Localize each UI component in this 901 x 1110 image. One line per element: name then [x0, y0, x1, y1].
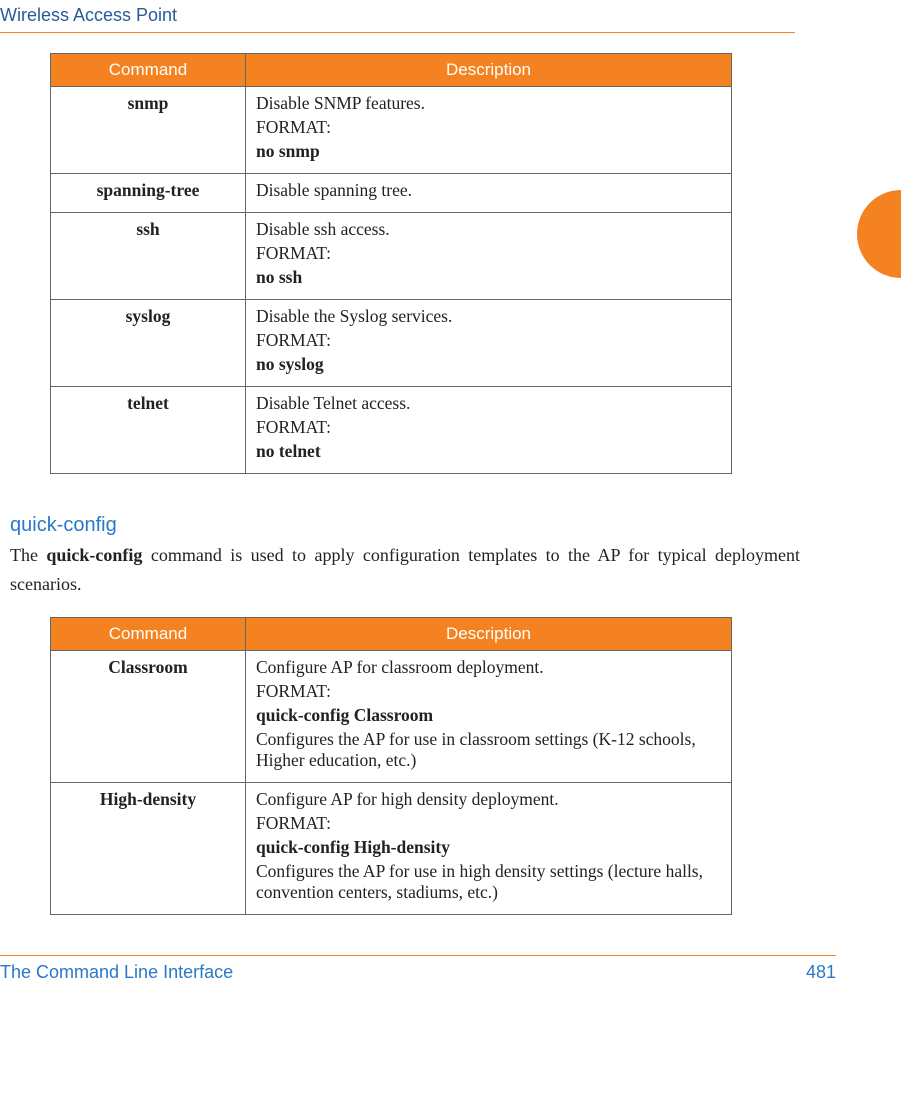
desc-cell: Disable Telnet access. FORMAT: no telnet — [246, 387, 732, 474]
table-row: High-density Configure AP for high densi… — [51, 782, 732, 914]
desc-cell: Disable SNMP features. FORMAT: no snmp — [246, 87, 732, 174]
desc-line: FORMAT: — [256, 330, 721, 351]
desc-line: Configures the AP for use in classroom s… — [256, 729, 721, 771]
desc-line-bold: no ssh — [256, 267, 721, 288]
section-intro-text: The quick-config command is used to appl… — [10, 541, 800, 599]
desc-line: Disable ssh access. — [256, 219, 721, 240]
desc-line: Disable spanning tree. — [256, 180, 721, 201]
desc-line-bold: no syslog — [256, 354, 721, 375]
desc-cell: Configure AP for classroom deployment. F… — [246, 650, 732, 782]
desc-line: FORMAT: — [256, 117, 721, 138]
table-row: spanning-tree Disable spanning tree. — [51, 174, 732, 213]
col-command: Command — [51, 54, 246, 87]
desc-line: Configure AP for high density deployment… — [256, 789, 721, 810]
side-tab — [857, 190, 901, 278]
commands-table-2: Command Description Classroom Configure … — [50, 617, 732, 915]
desc-line: Disable SNMP features. — [256, 93, 721, 114]
desc-line: Configures the AP for use in high densit… — [256, 861, 721, 903]
desc-line: FORMAT: — [256, 417, 721, 438]
footer-left: The Command Line Interface — [0, 962, 233, 983]
cmd-cell: snmp — [51, 87, 246, 174]
commands-table-1-wrap: Command Description snmp Disable SNMP fe… — [50, 53, 732, 474]
desc-line: Disable Telnet access. — [256, 393, 721, 414]
desc-cell: Disable spanning tree. — [246, 174, 732, 213]
footer-rule — [0, 955, 836, 956]
cmd-cell: ssh — [51, 213, 246, 300]
table-row: snmp Disable SNMP features. FORMAT: no s… — [51, 87, 732, 174]
cmd-cell: spanning-tree — [51, 174, 246, 213]
commands-table-1: Command Description snmp Disable SNMP fe… — [50, 53, 732, 474]
desc-cell: Disable ssh access. FORMAT: no ssh — [246, 213, 732, 300]
table-header-row: Command Description — [51, 617, 732, 650]
header-rule — [0, 32, 795, 33]
desc-line: Configure AP for classroom deployment. — [256, 657, 721, 678]
footer-page-number: 481 — [806, 962, 836, 983]
desc-cell: Configure AP for high density deployment… — [246, 782, 732, 914]
table-row: syslog Disable the Syslog services. FORM… — [51, 300, 732, 387]
section-heading-quick-config: quick-config — [10, 514, 836, 537]
desc-line-bold: no snmp — [256, 141, 721, 162]
cmd-cell: High-density — [51, 782, 246, 914]
desc-line-bold: quick-config Classroom — [256, 705, 721, 726]
col-description: Description — [246, 617, 732, 650]
desc-line-bold: quick-config High-density — [256, 837, 721, 858]
table-header-row: Command Description — [51, 54, 732, 87]
desc-line: FORMAT: — [256, 681, 721, 702]
intro-before: The — [10, 545, 46, 565]
desc-line: Disable the Syslog services. — [256, 306, 721, 327]
col-command: Command — [51, 617, 246, 650]
commands-table-2-wrap: Command Description Classroom Configure … — [50, 617, 732, 915]
page-header-title: Wireless Access Point — [0, 0, 836, 32]
table-row: ssh Disable ssh access. FORMAT: no ssh — [51, 213, 732, 300]
desc-line-bold: no telnet — [256, 441, 721, 462]
intro-bold: quick-config — [46, 545, 142, 565]
cmd-cell: Classroom — [51, 650, 246, 782]
desc-cell: Disable the Syslog services. FORMAT: no … — [246, 300, 732, 387]
col-description: Description — [246, 54, 732, 87]
table-row: telnet Disable Telnet access. FORMAT: no… — [51, 387, 732, 474]
cmd-cell: telnet — [51, 387, 246, 474]
page-footer: The Command Line Interface 481 — [0, 962, 836, 983]
cmd-cell: syslog — [51, 300, 246, 387]
table-row: Classroom Configure AP for classroom dep… — [51, 650, 732, 782]
desc-line: FORMAT: — [256, 243, 721, 264]
desc-line: FORMAT: — [256, 813, 721, 834]
